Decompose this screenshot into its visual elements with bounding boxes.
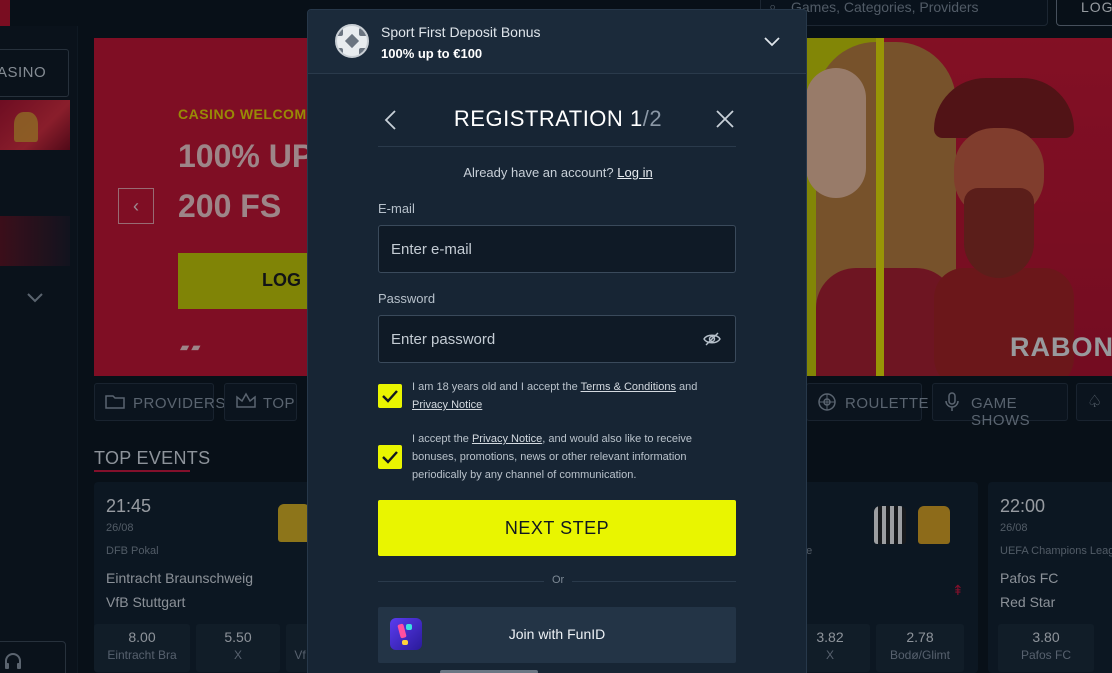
- email-input[interactable]: [379, 226, 735, 272]
- password-field[interactable]: [378, 315, 736, 363]
- bonus-title: Sport First Deposit Bonus: [381, 24, 541, 40]
- funid-label: Join with FunID: [508, 626, 606, 642]
- or-separator: Or: [544, 574, 573, 586]
- registration-modal: Sport First Deposit Bonus 100% up to €10…: [307, 9, 807, 673]
- bonus-selector[interactable]: Sport First Deposit Bonus 100% up to €10…: [308, 10, 806, 74]
- marketing-consent: I accept the Privacy Notice, and would a…: [412, 433, 693, 481]
- step-current: 1: [629, 106, 643, 131]
- check-icon: [382, 451, 398, 464]
- privacy-link[interactable]: Privacy Notice: [472, 433, 542, 445]
- eye-slash-icon[interactable]: [703, 331, 721, 347]
- email-label: E-mail: [378, 201, 415, 216]
- soccer-ball-icon: [335, 24, 369, 58]
- chevron-down-icon[interactable]: [762, 32, 782, 52]
- bonus-amount: 100% up to €100: [381, 46, 483, 61]
- marketing-checkbox[interactable]: [378, 445, 402, 469]
- terms-link[interactable]: Terms & Conditions: [581, 381, 676, 393]
- login-link[interactable]: Log in: [617, 165, 652, 180]
- close-button[interactable]: [714, 108, 736, 130]
- divider: [378, 146, 736, 147]
- age-terms-consent: I am 18 years old and I accept the Terms…: [412, 381, 698, 411]
- step-total: 2: [649, 106, 663, 131]
- login-prompt: Already have an account? Log in: [463, 165, 653, 180]
- next-step-button[interactable]: NEXT STEP: [378, 500, 736, 556]
- password-input[interactable]: [379, 316, 735, 362]
- age-terms-checkbox[interactable]: [378, 384, 402, 408]
- check-icon: [382, 390, 398, 403]
- close-icon: [714, 110, 736, 134]
- privacy-link[interactable]: Privacy Notice: [412, 399, 482, 411]
- funid-button[interactable]: Join with FunID: [378, 607, 736, 663]
- password-label: Password: [378, 291, 436, 306]
- email-field[interactable]: [378, 225, 736, 273]
